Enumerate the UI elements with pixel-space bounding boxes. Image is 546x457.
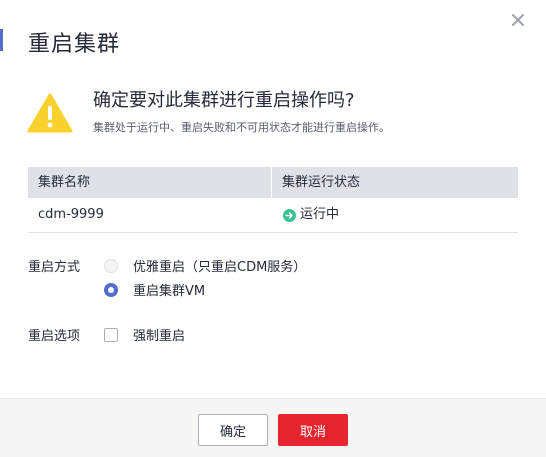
ok-button[interactable]: 确定 (198, 414, 268, 446)
cluster-name-cell: cdm-9999 (38, 207, 104, 222)
radio-label: 优雅重启（只重启CDM服务） (133, 260, 307, 275)
close-icon[interactable] (510, 12, 526, 28)
force-restart-checkbox[interactable] (104, 327, 118, 342)
radio-graceful-restart[interactable]: 优雅重启（只重启CDM服务） (104, 256, 306, 275)
table-header: 集群名称 集群运行状态 (28, 167, 518, 198)
radio-button[interactable] (104, 282, 118, 297)
dialog-title: 重启集群 (28, 32, 121, 57)
confirm-note: 集群处于运行中、重启失败和不可用状态才能进行重启操作。 (93, 121, 390, 134)
checkbox-label: 强制重启 (133, 329, 186, 344)
restart-option-label: 重启选项 (28, 329, 81, 344)
running-status-icon (283, 208, 296, 222)
cluster-status-text: 运行中 (300, 207, 340, 222)
dialog-footer: 确定 取消 (0, 398, 546, 457)
table-row: cdm-9999 运行中 (28, 198, 518, 233)
cluster-status-cell: 运行中 (273, 198, 518, 232)
column-header-cluster-name: 集群名称 (28, 167, 272, 198)
cancel-button[interactable]: 取消 (278, 414, 348, 446)
warning-icon (27, 93, 73, 133)
radio-label: 重启集群VM (133, 284, 206, 299)
cluster-table: 集群名称 集群运行状态 cdm-9999 运行中 (28, 167, 518, 233)
radio-button[interactable] (104, 258, 118, 273)
force-restart-option[interactable]: 强制重启 (104, 325, 185, 344)
restart-mode-label: 重启方式 (28, 260, 81, 275)
radio-restart-cluster-vm[interactable]: 重启集群VM (104, 280, 205, 299)
confirm-question: 确定要对此集群进行重启操作吗? (93, 90, 355, 111)
column-header-cluster-status: 集群运行状态 (282, 175, 361, 190)
title-accent-bar (0, 29, 3, 51)
